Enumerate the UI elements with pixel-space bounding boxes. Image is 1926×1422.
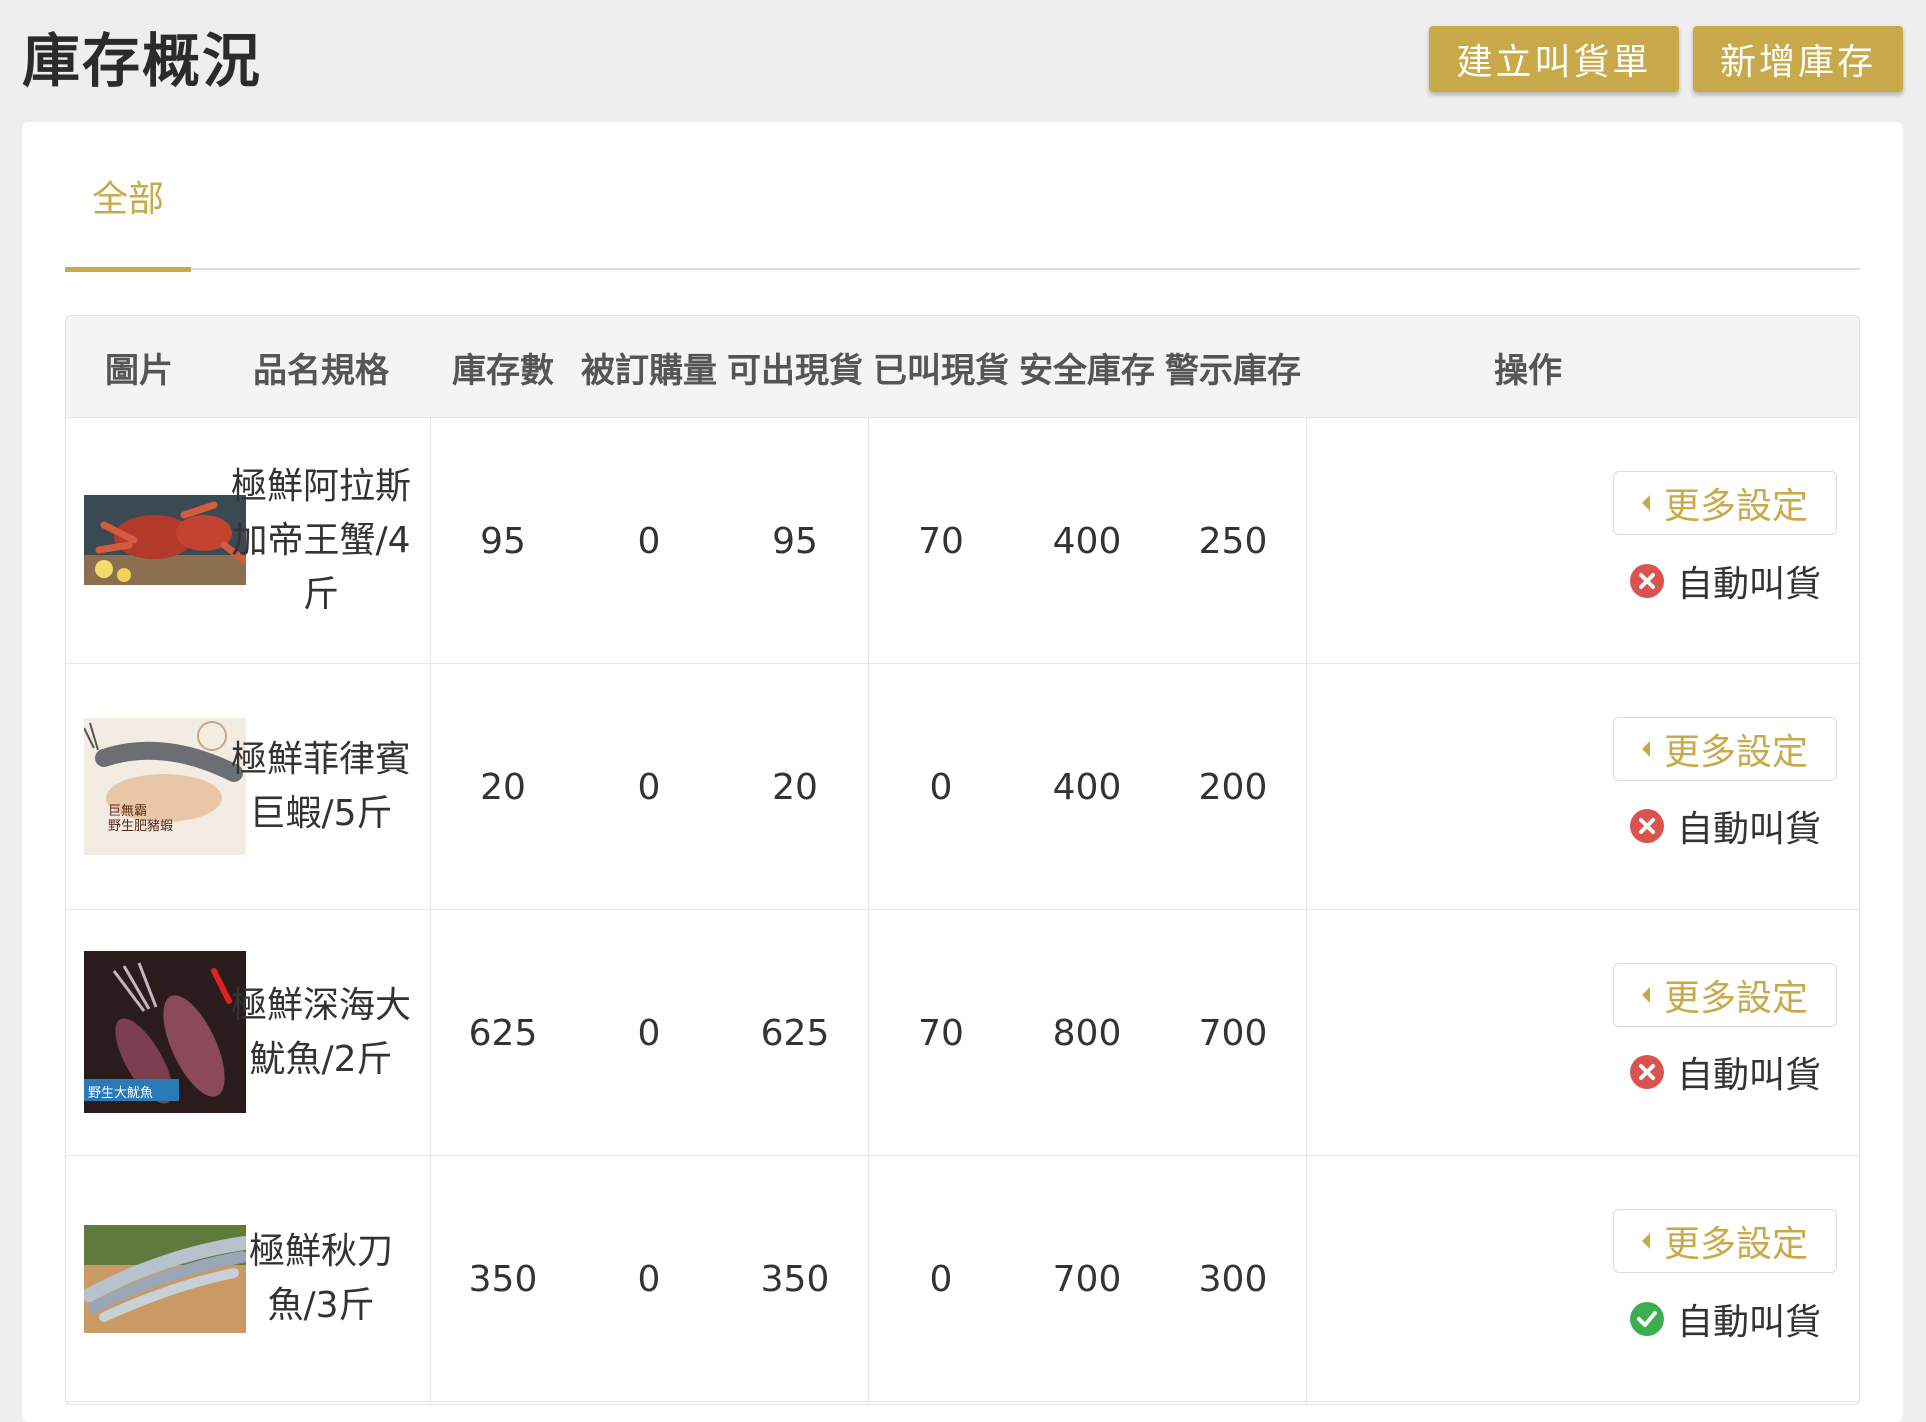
prawn-image-label: 巨無霸 野生肥豬蝦 [108,804,173,834]
auto-order-label: 自動叫貨 [1677,1302,1822,1343]
available-qty: 95 [772,520,818,562]
warning-stock: 300 [1198,1258,1268,1300]
create-order-button[interactable]: 建立叫貨單 [1429,26,1679,92]
column-header-image: 圖片 [105,350,173,391]
ordered-qty: 0 [637,1258,661,1300]
table-header: 圖片 品名規格 庫存數 被訂購量 可出現貨 已叫現貨 安全庫存 警示庫存 操作 [66,316,1859,418]
more-settings-label: 更多設定 [1663,978,1808,1019]
product-name: 極鮮秋刀魚/3斤 [248,1231,393,1326]
caret-left-icon [1641,1233,1650,1249]
table-row: 巨無霸 野生肥豬蝦 極鮮菲律賓巨蝦/5斤 20 0 20 0 400 200 更… [66,664,1859,910]
called-qty: 0 [929,766,953,808]
caret-left-icon [1641,495,1650,511]
more-settings-button[interactable]: 更多設定 [1613,717,1837,781]
x-circle-icon [1630,564,1664,598]
add-stock-button[interactable]: 新增庫存 [1693,26,1903,92]
more-settings-label: 更多設定 [1663,732,1808,773]
column-divider [868,418,869,1404]
auto-order-label: 自動叫貨 [1677,1055,1822,1096]
available-qty: 20 [772,766,818,808]
tab-all[interactable]: 全部 [65,122,191,272]
column-divider [430,418,431,1404]
column-header-called: 已叫現貨 [873,350,1009,391]
page-title: 庫存概況 [22,27,263,95]
auto-order-toggle[interactable]: 自動叫貨 [1629,551,1821,611]
safety-stock: 700 [1052,1258,1122,1300]
table-row: 極鮮阿拉斯加帝王蟹/4斤 95 0 95 70 400 250 更多設定 自動叫… [66,418,1859,664]
auto-order-toggle[interactable]: 自動叫貨 [1629,796,1821,856]
column-header-actions: 操作 [1494,350,1562,391]
auto-order-toggle[interactable]: 自動叫貨 [1629,1289,1821,1349]
product-name: 極鮮深海大魷魚/2斤 [230,985,411,1080]
inventory-card: 全部 圖片 品名規格 庫存數 被訂購量 可出現貨 已叫現貨 安全庫存 警示庫存 … [22,122,1903,1422]
column-header-safety: 安全庫存 [1019,350,1155,391]
column-divider [1306,418,1307,1404]
warning-stock: 200 [1198,766,1268,808]
prawn-image-title: 巨無霸 [108,804,148,819]
column-header-warning: 警示庫存 [1165,350,1301,391]
x-circle-icon [1630,1055,1664,1089]
stock-count: 350 [468,1258,538,1300]
product-name: 極鮮阿拉斯加帝王蟹/4斤 [230,466,411,615]
available-qty: 350 [760,1258,830,1300]
stock-count: 95 [480,520,526,562]
called-qty: 70 [918,520,964,562]
more-settings-button[interactable]: 更多設定 [1613,471,1837,535]
inventory-table: 圖片 品名規格 庫存數 被訂購量 可出現貨 已叫現貨 安全庫存 警示庫存 操作 [65,315,1860,1405]
safety-stock: 400 [1052,520,1122,562]
more-settings-label: 更多設定 [1663,486,1808,527]
ordered-qty: 0 [637,520,661,562]
tab-bar: 全部 [65,122,1860,272]
x-circle-icon [1630,809,1664,843]
more-settings-button[interactable]: 更多設定 [1613,1209,1837,1273]
auto-order-label: 自動叫貨 [1677,564,1822,605]
ordered-qty: 0 [637,766,661,808]
check-circle-icon [1630,1302,1664,1336]
column-header-stock: 庫存數 [452,350,554,391]
table-row: 極鮮秋刀魚/3斤 350 0 350 0 700 300 更多設定 自動叫貨 [66,1156,1859,1402]
auto-order-label: 自動叫貨 [1677,809,1822,850]
column-header-ordered: 被訂購量 [581,350,717,391]
safety-stock: 400 [1052,766,1122,808]
stock-count: 20 [480,766,526,808]
warning-stock: 700 [1198,1012,1268,1054]
more-settings-button[interactable]: 更多設定 [1613,963,1837,1027]
safety-stock: 800 [1052,1012,1122,1054]
called-qty: 70 [918,1012,964,1054]
caret-left-icon [1641,987,1650,1003]
caret-left-icon [1641,741,1650,757]
ordered-qty: 0 [637,1012,661,1054]
column-header-available: 可出現貨 [727,350,863,391]
prawn-image-subtitle: 野生肥豬蝦 [108,819,174,834]
more-settings-label: 更多設定 [1663,1224,1808,1265]
stock-count: 625 [468,1012,538,1054]
product-name: 極鮮菲律賓巨蝦/5斤 [230,739,411,834]
called-qty: 0 [929,1258,953,1300]
warning-stock: 250 [1198,520,1268,562]
available-qty: 625 [760,1012,830,1054]
table-row: 野生大魷魚 極鮮深海大魷魚/2斤 625 0 625 70 800 700 更多… [66,910,1859,1156]
column-header-name: 品名規格 [253,350,389,391]
auto-order-toggle[interactable]: 自動叫貨 [1629,1042,1821,1102]
squid-image-label: 野生大魷魚 [88,1086,154,1101]
